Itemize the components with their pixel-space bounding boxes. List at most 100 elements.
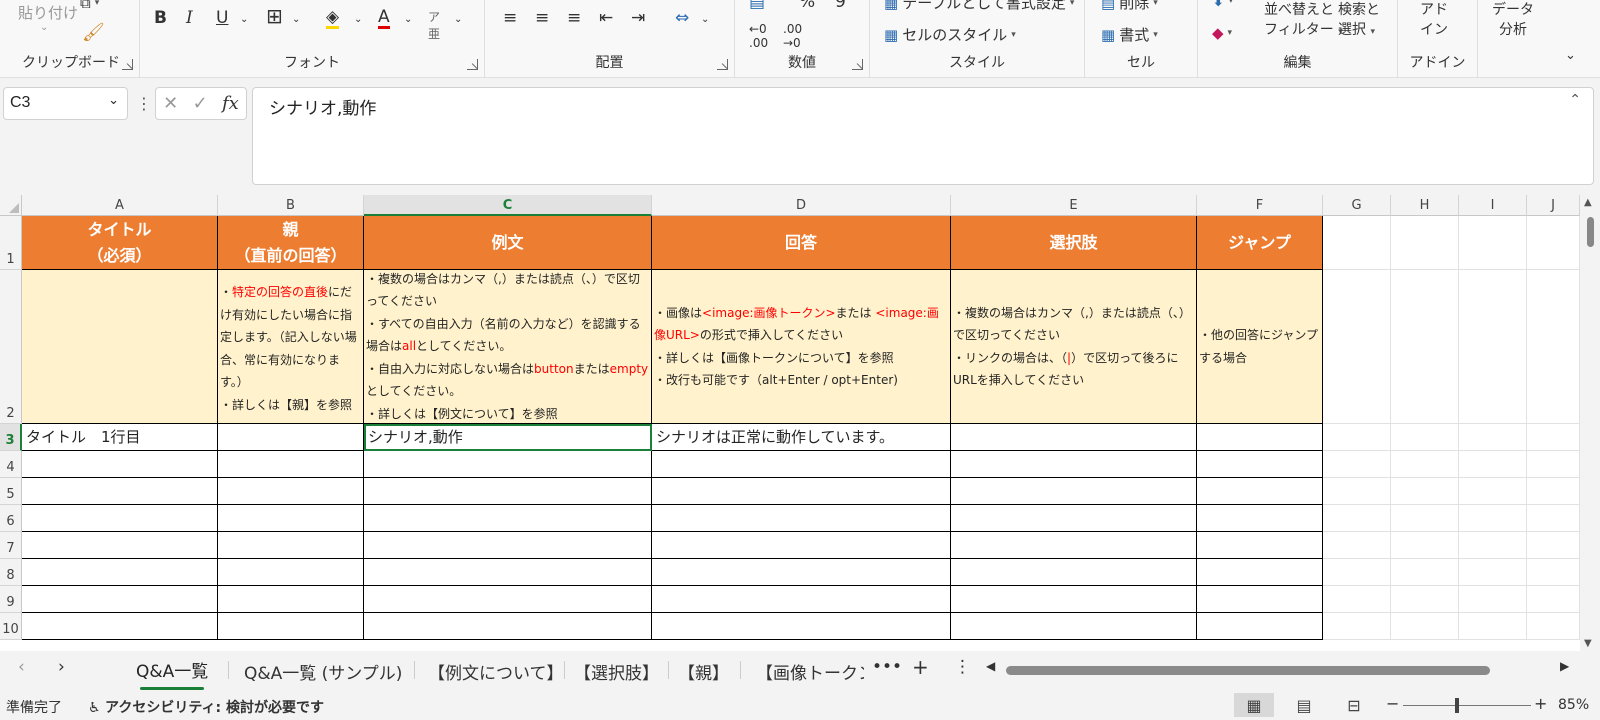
row-header-9[interactable]: 9 — [0, 586, 22, 613]
row-header-3[interactable]: 3 — [0, 424, 22, 451]
cell-f3[interactable] — [1197, 424, 1323, 451]
prev-sheet-icon[interactable]: ‹ — [18, 657, 25, 677]
empty-cell[interactable] — [1323, 559, 1391, 586]
alignment-launcher-icon[interactable] — [717, 59, 728, 70]
empty-cell[interactable] — [1527, 424, 1580, 451]
vertical-scrollbar[interactable]: ▲ ▼ — [1580, 195, 1600, 651]
zoom-slider[interactable] — [1403, 705, 1531, 706]
empty-cell[interactable] — [364, 532, 652, 559]
empty-cell[interactable] — [951, 451, 1197, 478]
cell-d2[interactable]: ・画像は<image:画像トークン>または <image:画像URL>の形式で挿… — [652, 270, 951, 424]
empty-cell[interactable] — [1459, 586, 1527, 613]
empty-cell[interactable] — [1197, 505, 1323, 532]
cell-b2[interactable]: ・特定の回答の直後にだけ有効にしたい場合に指定します。（記入しない場合、常に有効… — [218, 270, 364, 424]
empty-cell[interactable] — [1323, 505, 1391, 532]
increase-indent-icon[interactable]: ⇥ — [631, 8, 645, 28]
empty-cell[interactable] — [1459, 270, 1527, 424]
empty-cell[interactable] — [1527, 505, 1580, 532]
empty-cell[interactable] — [951, 613, 1197, 640]
empty-cell[interactable] — [1459, 216, 1527, 270]
formula-input[interactable]: シナリオ,動作 ⌃ — [252, 87, 1594, 185]
number-launcher-icon[interactable] — [852, 59, 863, 70]
fill-color-icon[interactable]: ◈ — [326, 8, 340, 29]
cancel-icon[interactable]: ✕ — [163, 93, 178, 114]
empty-cell[interactable] — [1527, 586, 1580, 613]
sort-filter-button[interactable]: 並べ替えと フィルター ▾ — [1264, 0, 1343, 42]
empty-cell[interactable] — [364, 478, 652, 505]
paste-button[interactable]: 貼り付け — [18, 2, 78, 23]
empty-cell[interactable] — [1323, 613, 1391, 640]
column-header-c[interactable]: C — [364, 195, 652, 216]
cell-e2[interactable]: ・複数の場合はカンマ（,）または読点（、）で区切ってください ・リンクの場合は、（… — [951, 270, 1197, 424]
vertical-scroll-thumb[interactable] — [1587, 217, 1594, 247]
phonetic-icon[interactable]: ア亜 — [428, 8, 440, 42]
font-color-icon[interactable]: A — [378, 8, 390, 29]
empty-cell[interactable] — [364, 613, 652, 640]
column-header-j[interactable]: J — [1527, 195, 1580, 216]
borders-dropdown[interactable]: ⌄ — [292, 14, 300, 25]
decrease-indent-icon[interactable]: ⇤ — [599, 8, 613, 28]
format-button[interactable]: ▦ 書式 ▾ — [1101, 24, 1158, 45]
cell-b1[interactable]: 親（直前の回答） — [218, 216, 364, 270]
column-header-d[interactable]: D — [652, 195, 951, 216]
cell-b3[interactable] — [218, 424, 364, 451]
empty-cell[interactable] — [951, 505, 1197, 532]
align-left-icon[interactable]: ≡ — [503, 8, 517, 28]
empty-cell[interactable] — [1323, 478, 1391, 505]
underline-dropdown[interactable]: ⌄ — [240, 14, 248, 25]
empty-cell[interactable] — [1527, 451, 1580, 478]
cell-f1[interactable]: ジャンプ — [1197, 216, 1323, 270]
empty-cell[interactable] — [364, 451, 652, 478]
phonetic-dropdown[interactable]: ⌄ — [454, 14, 462, 25]
empty-cell[interactable] — [1391, 270, 1459, 424]
sheet-tab-image-token[interactable]: 【画像トークン( — [756, 659, 864, 684]
empty-cell[interactable] — [218, 505, 364, 532]
empty-cell[interactable] — [1323, 586, 1391, 613]
empty-cell[interactable] — [1527, 613, 1580, 640]
empty-cell[interactable] — [218, 478, 364, 505]
empty-cell[interactable] — [652, 505, 951, 532]
empty-cell[interactable] — [1391, 451, 1459, 478]
sheet-tab-qa-sample[interactable]: Q&A一覧 (サンプル) — [244, 659, 402, 684]
empty-cell[interactable] — [951, 559, 1197, 586]
insert-function-icon[interactable]: fx — [222, 93, 239, 114]
zoom-in-icon[interactable]: + — [1534, 694, 1547, 713]
name-box[interactable]: C3 ⌄ — [3, 87, 128, 120]
empty-cell[interactable] — [218, 532, 364, 559]
empty-cell[interactable] — [1391, 216, 1459, 270]
italic-button[interactable]: I — [186, 8, 193, 28]
empty-cell[interactable] — [1391, 613, 1459, 640]
cell-d3[interactable]: シナリオは正常に動作しています。 — [652, 424, 951, 451]
row-header-4[interactable]: 4 — [0, 451, 22, 478]
scroll-up-icon[interactable]: ▲ — [1584, 197, 1592, 208]
empty-cell[interactable] — [218, 559, 364, 586]
sheet-tab-qa-list[interactable]: Q&A一覧 — [136, 657, 208, 690]
empty-cell[interactable] — [22, 505, 218, 532]
clipboard-launcher-icon[interactable] — [122, 59, 133, 70]
column-header-g[interactable]: G — [1323, 195, 1391, 216]
empty-cell[interactable] — [1459, 478, 1527, 505]
increase-decimal-icon[interactable]: ←0.00 — [749, 22, 768, 50]
find-select-button[interactable]: 検索と 選択 ▾ — [1338, 0, 1380, 42]
normal-view-icon[interactable]: ▦ — [1234, 693, 1274, 717]
row-header-10[interactable]: 10 — [0, 613, 22, 640]
comma-style-icon[interactable]: 9 — [835, 0, 846, 12]
empty-cell[interactable] — [951, 532, 1197, 559]
sheet-tab-choices[interactable]: 【選択肢】 — [574, 659, 659, 684]
empty-cell[interactable] — [1197, 613, 1323, 640]
empty-cell[interactable] — [1391, 505, 1459, 532]
fill-color-dropdown[interactable]: ⌄ — [354, 14, 362, 25]
sheet-tab-example-sentences[interactable]: 【例文について】 — [428, 659, 564, 684]
empty-cell[interactable] — [364, 505, 652, 532]
empty-cell[interactable] — [22, 532, 218, 559]
empty-cell[interactable] — [1527, 532, 1580, 559]
zoom-level[interactable]: 85% — [1558, 697, 1589, 713]
row-header-1[interactable]: 1 — [0, 216, 22, 270]
merge-dropdown[interactable]: ⌄ — [701, 14, 709, 25]
zoom-out-icon[interactable]: − — [1386, 694, 1399, 713]
empty-cell[interactable] — [364, 559, 652, 586]
empty-cell[interactable] — [1197, 451, 1323, 478]
empty-cell[interactable] — [1527, 478, 1580, 505]
empty-cell[interactable] — [1459, 613, 1527, 640]
clear-icon[interactable]: ◆ ▾ — [1212, 24, 1232, 42]
